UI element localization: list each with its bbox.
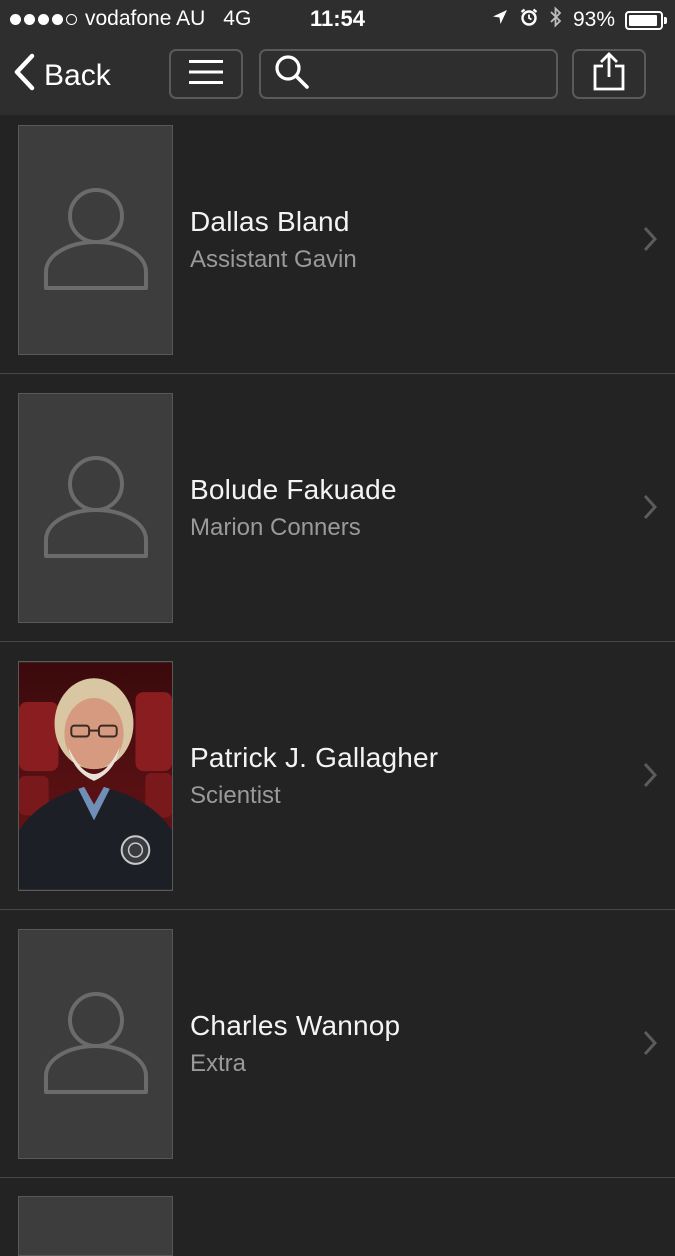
chevron-right-icon	[643, 494, 658, 525]
battery-percent: 93%	[572, 8, 615, 31]
cast-text: Charles Wannop Extra	[190, 1010, 400, 1078]
chevron-right-icon	[643, 762, 658, 793]
search-input[interactable]	[321, 60, 545, 88]
cast-list-item-partial[interactable]	[0, 1178, 675, 1256]
actor-photo	[18, 661, 173, 891]
actor-name: Dallas Bland	[190, 206, 350, 237]
alarm-clock-icon	[519, 7, 539, 33]
location-arrow-icon	[491, 8, 509, 32]
back-button-label: Back	[44, 59, 111, 92]
back-button[interactable]: Back	[12, 52, 111, 100]
cast-text: Dallas Bland Assistant Gavin	[190, 206, 357, 274]
cast-text: Bolude Fakuade Marion Conners	[190, 474, 397, 542]
role-name: Scientist	[190, 782, 281, 809]
status-right: 93%	[491, 6, 667, 34]
role-name: Assistant Gavin	[190, 246, 357, 273]
bluetooth-icon	[549, 6, 563, 34]
battery-icon	[625, 10, 667, 30]
search-icon	[273, 53, 311, 96]
role-name: Marion Conners	[190, 514, 361, 541]
hamburger-menu-icon	[188, 58, 224, 91]
cast-list-item[interactable]: Patrick J. Gallagher Scientist	[0, 642, 675, 910]
cast-photo	[18, 393, 173, 623]
chevron-left-icon	[12, 52, 36, 100]
cast-photo	[18, 1196, 173, 1256]
share-icon	[591, 51, 627, 97]
chevron-right-icon	[643, 226, 658, 257]
cast-list-item[interactable]: Charles Wannop Extra	[0, 910, 675, 1178]
chevron-right-icon	[643, 1030, 658, 1061]
role-name: Extra	[190, 1050, 247, 1077]
status-bar: vodafone AU 4G 11:54 93%	[0, 0, 675, 38]
cast-text: Patrick J. Gallagher Scientist	[190, 742, 438, 810]
share-button[interactable]	[572, 49, 646, 99]
placeholder-person-icon	[40, 450, 152, 567]
cast-photo	[18, 929, 173, 1159]
menu-button[interactable]	[169, 49, 243, 99]
search-field[interactable]	[259, 49, 558, 99]
cast-list: Dallas Bland Assistant Gavin Bolude Faku…	[0, 115, 675, 1256]
placeholder-person-icon	[40, 986, 152, 1103]
actor-name: Bolude Fakuade	[190, 474, 397, 505]
cast-photo	[18, 125, 173, 355]
cast-list-item[interactable]: Bolude Fakuade Marion Conners	[0, 374, 675, 642]
placeholder-person-icon	[40, 182, 152, 299]
actor-name: Charles Wannop	[190, 1010, 401, 1041]
navigation-bar: Back	[0, 38, 675, 115]
cast-list-item[interactable]: Dallas Bland Assistant Gavin	[0, 115, 675, 374]
actor-name: Patrick J. Gallagher	[190, 742, 439, 773]
